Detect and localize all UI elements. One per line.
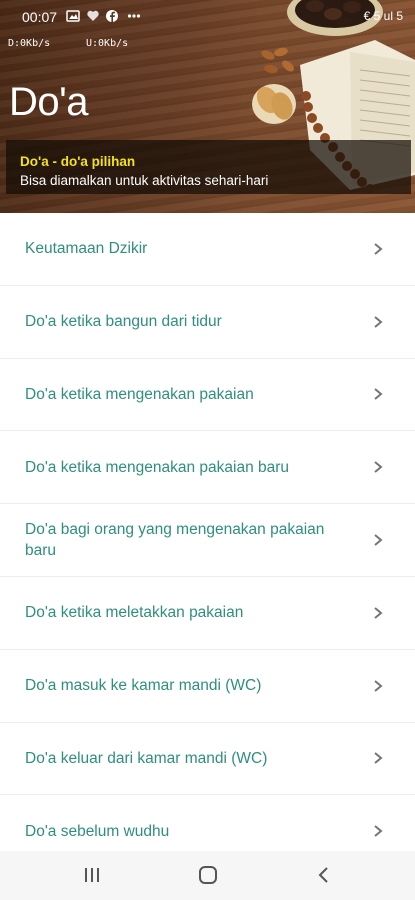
chevron-right-icon xyxy=(374,679,383,692)
list-item[interactable]: Do'a sebelum wudhu xyxy=(0,795,415,851)
chevron-right-icon xyxy=(374,752,383,765)
recent-apps-icon[interactable] xyxy=(80,863,104,887)
list-item[interactable]: Keutamaan Dzikir xyxy=(0,213,415,286)
list-item-label: Do'a sebelum wudhu xyxy=(25,822,170,840)
banner-subtitle: Bisa diamalkan untuk aktivitas sehari-ha… xyxy=(20,173,269,188)
page-title: Do'a xyxy=(9,80,89,124)
upload-speed: U:0Kb/s xyxy=(86,38,129,49)
download-speed: D:0Kb/s xyxy=(8,38,51,49)
list-item[interactable]: Do'a ketika mengenakan pakaian baru xyxy=(0,431,415,505)
heart-icon xyxy=(87,10,99,21)
list-item[interactable]: Do'a ketika bangun dari tidur xyxy=(0,286,415,359)
list-item[interactable]: Do'a masuk ke kamar mandi (WC) xyxy=(0,650,415,723)
facebook-icon xyxy=(106,10,118,22)
chevron-right-icon xyxy=(374,607,383,619)
chevron-right-icon xyxy=(374,534,383,546)
home-icon[interactable] xyxy=(196,863,220,887)
list-item[interactable]: Do'a bagi orang yang mengenakan pakaian … xyxy=(0,504,415,577)
banner-title: Do'a - do'a pilihan xyxy=(20,154,136,169)
status-time: 00:07 xyxy=(22,9,58,25)
list-item-label: Do'a bagi orang yang mengenakan pakaian … xyxy=(25,521,325,560)
more-dots-icon xyxy=(127,14,141,18)
list-item-label: Do'a ketika meletakkan pakaian xyxy=(25,604,244,622)
list-item-label: Do'a masuk ke kamar mandi (WC) xyxy=(25,677,262,695)
list-item[interactable]: Do'a keluar dari kamar mandi (WC) xyxy=(0,723,415,796)
list-item[interactable]: Do'a ketika meletakkan pakaian xyxy=(0,577,415,650)
chevron-right-icon xyxy=(374,315,383,328)
list-item-label: Keutamaan Dzikir xyxy=(25,240,148,258)
status-right-indicators: € 5 ul 5 xyxy=(363,9,403,23)
doa-list: Keutamaan Dzikir Do'a ketika bangun dari… xyxy=(0,213,415,851)
chevron-right-icon xyxy=(374,243,383,255)
chevron-right-icon xyxy=(374,388,383,401)
list-item-label: Do'a ketika bangun dari tidur xyxy=(25,313,222,331)
system-navigation-bar xyxy=(0,851,415,900)
chevron-right-icon xyxy=(374,825,383,838)
list-item-label: Do'a ketika mengenakan pakaian baru xyxy=(25,458,290,476)
list-item-label: Do'a keluar dari kamar mandi (WC) xyxy=(25,749,268,767)
list-item[interactable]: Do'a ketika mengenakan pakaian xyxy=(0,359,415,432)
status-bar: 00:07 € 5 ul 5 xyxy=(0,0,415,34)
list-item-label: Do'a ketika mengenakan pakaian xyxy=(25,385,254,403)
subtitle-banner: Do'a - do'a pilihan Bisa diamalkan untuk… xyxy=(6,140,411,194)
header-banner: 00:07 € 5 ul 5 D:0Kb/s U:0Kb/s Do'a Do'a… xyxy=(0,0,415,213)
chevron-right-icon xyxy=(374,461,383,474)
image-icon xyxy=(66,10,80,22)
back-icon[interactable] xyxy=(312,863,336,887)
